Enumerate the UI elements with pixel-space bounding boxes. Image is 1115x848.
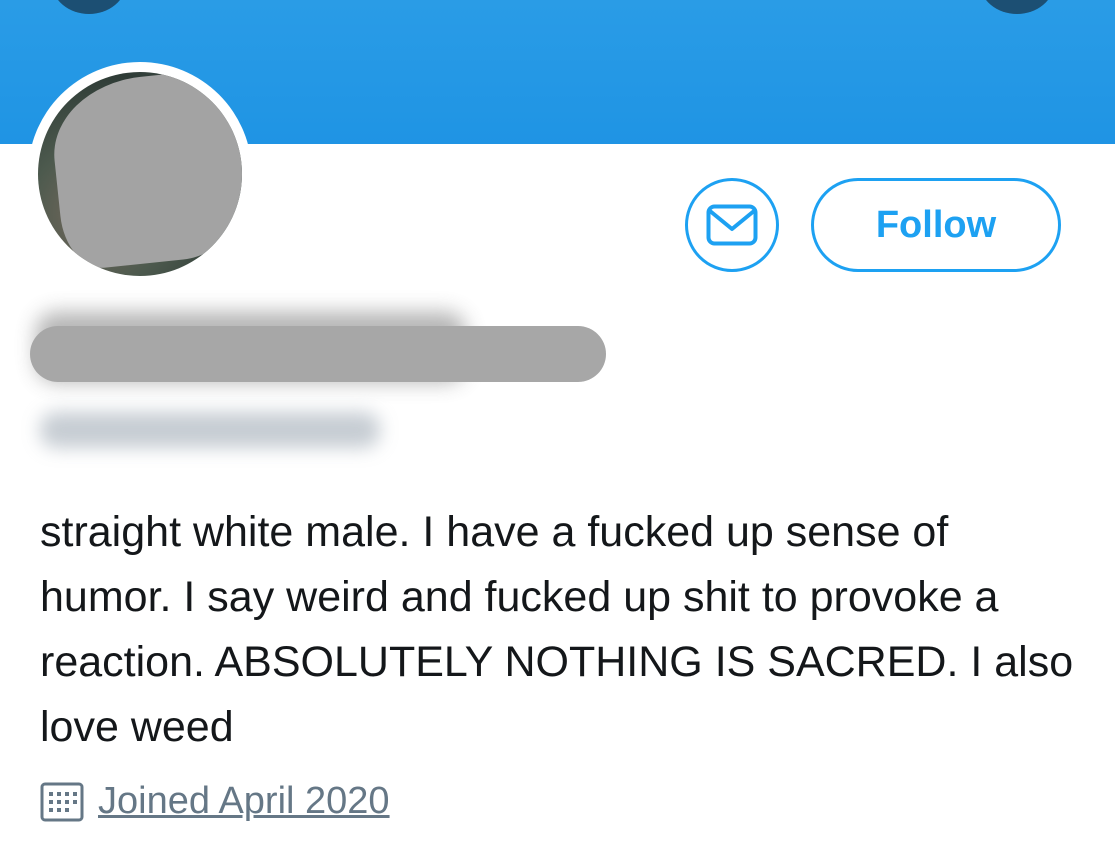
avatar-image bbox=[38, 72, 242, 276]
joined-date-text: Joined April 2020 bbox=[98, 780, 390, 822]
envelope-icon bbox=[706, 204, 758, 246]
avatar[interactable] bbox=[28, 62, 252, 286]
profile-bio: straight white male. I have a fucked up … bbox=[40, 508, 1074, 751]
joined-date: Joined April 2020 bbox=[40, 780, 390, 823]
back-button[interactable] bbox=[52, 0, 126, 14]
avatar-redaction bbox=[46, 72, 242, 272]
more-options-button[interactable] bbox=[980, 0, 1054, 14]
username-blurred bbox=[40, 412, 380, 448]
display-name-redaction bbox=[30, 326, 606, 382]
follow-button[interactable]: Follow bbox=[811, 178, 1061, 272]
message-button[interactable] bbox=[685, 178, 779, 272]
calendar-icon bbox=[40, 782, 84, 821]
